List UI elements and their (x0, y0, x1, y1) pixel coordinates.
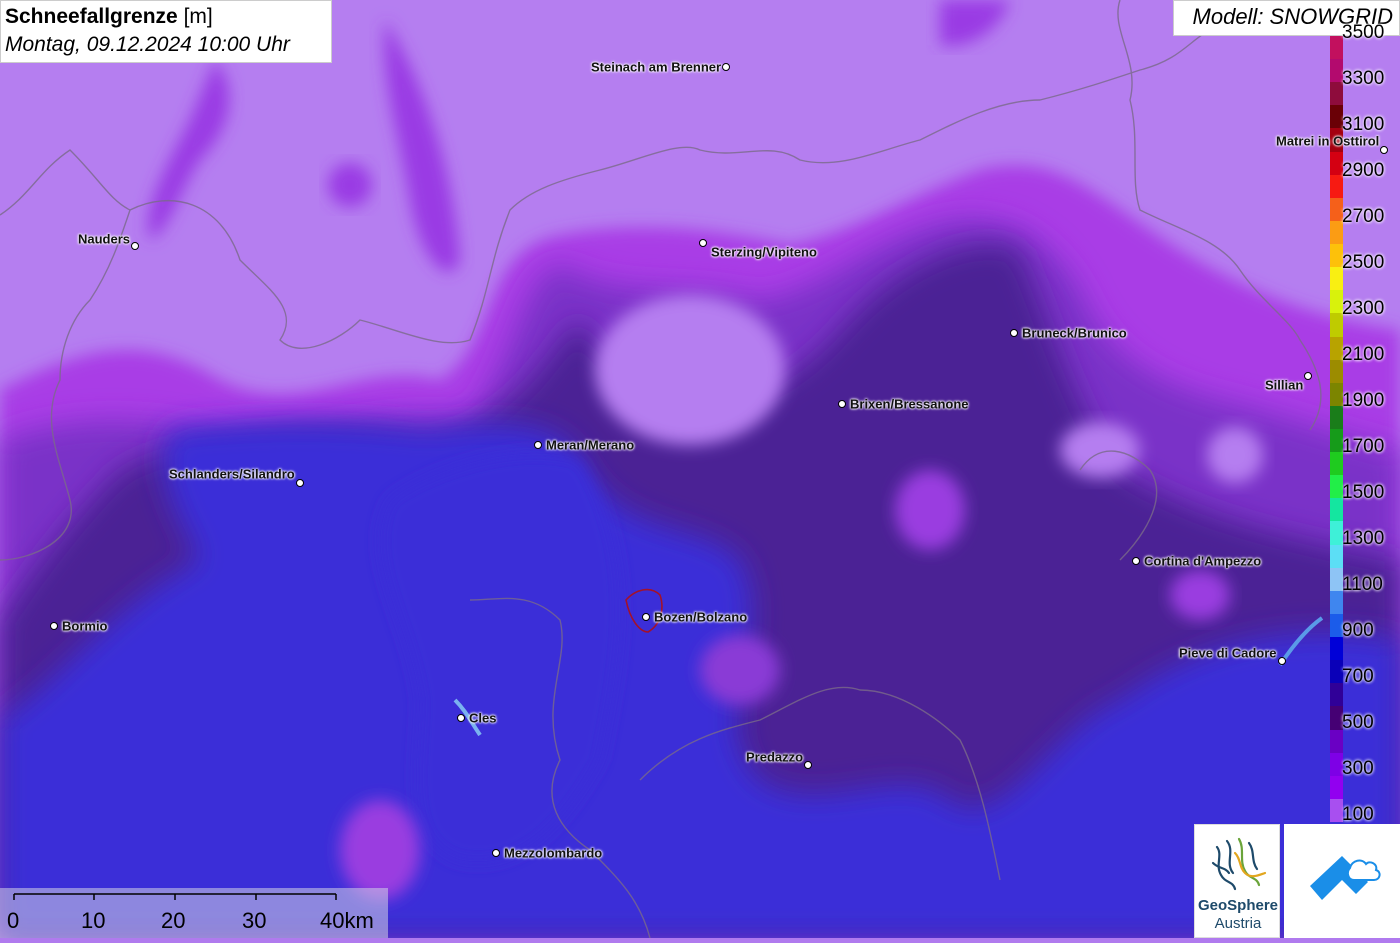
city-dot-icon (131, 242, 139, 250)
city-dot-icon (1132, 557, 1140, 565)
legend-label-1900: 1900 (1342, 390, 1385, 411)
high-area-dolomites (1060, 422, 1140, 478)
geosphere-logo[interactable]: GeoSphere Austria (1194, 824, 1280, 938)
city-dot-icon (722, 63, 730, 71)
city-label: Predazzo (746, 749, 804, 765)
legend-label-2500: 2500 (1342, 252, 1385, 273)
legend-label-900: 900 (1342, 620, 1374, 641)
patch (1170, 570, 1230, 620)
city-label: Mezzolombardo (504, 845, 603, 861)
datetime-label: Montag, 09.12.2024 10:00 Uhr (5, 33, 290, 56)
city-label: Sillian (1265, 377, 1304, 393)
city-dot-icon (50, 622, 58, 630)
city-label: Pieve di Cadore (1179, 645, 1277, 661)
scale-label-20: 20 (161, 908, 186, 933)
city-label: Schlanders/Silandro (169, 466, 295, 482)
scale-label-0: 0 (7, 908, 20, 933)
city-label: Brixen/Bressanone (850, 396, 969, 412)
scale-label-10: 10 (81, 908, 106, 933)
city-dot-icon (1278, 657, 1286, 665)
city-dot-icon (1380, 146, 1388, 154)
variable-name: Schneefallgrenze (5, 5, 178, 28)
legend-label-300: 300 (1342, 758, 1374, 779)
patch (340, 800, 420, 900)
city-label: Cles (469, 710, 497, 726)
streak (328, 163, 372, 207)
legend-label-500: 500 (1342, 712, 1374, 733)
scale-label-40: 40km (320, 908, 374, 933)
patch (700, 635, 780, 705)
geosphere-emblem-icon (1211, 837, 1267, 891)
city-dot-icon (1304, 372, 1312, 380)
map-title-box: Schneefallgrenze [m] Montag, 09.12.2024 … (0, 0, 332, 63)
city-dot-icon (642, 613, 650, 621)
city-dot-icon (296, 479, 304, 487)
legend-label-1100: 1100 (1342, 574, 1383, 595)
city-dot-icon (492, 849, 500, 857)
scale-bar: 0 10 20 30 40km (0, 888, 388, 938)
title-line: Schneefallgrenze [m] (5, 3, 327, 31)
app-logo[interactable] (1284, 824, 1400, 938)
scale-label-30: 30 (242, 908, 267, 933)
legend-label-100: 100 (1342, 804, 1374, 825)
color-legend: 3500 3300 3100 2900 2700 2500 2300 2100 1900 1700… (1328, 22, 1400, 825)
legend-label-2300: 2300 (1342, 298, 1385, 319)
geosphere-name: GeoSphere (1197, 897, 1279, 914)
legend-label-2900: 2900 (1342, 160, 1385, 181)
legend-label-2700: 2700 (1342, 206, 1385, 227)
city-dot-icon (804, 761, 812, 769)
patch (895, 470, 965, 550)
legend-label-700: 700 (1342, 666, 1374, 687)
city-dot-icon (457, 714, 465, 722)
legend-label-3300: 3300 (1342, 68, 1385, 89)
variable-unit: [m] (183, 5, 213, 28)
legend-label-2100: 2100 (1342, 344, 1385, 365)
city-dot-icon (838, 400, 846, 408)
city-label: Bruneck/Brunico (1022, 325, 1127, 341)
city-dot-icon (534, 441, 542, 449)
legend-label-3500: 3500 (1342, 22, 1385, 43)
legend-label-1500: 1500 (1342, 482, 1385, 503)
city-dot-icon (699, 239, 707, 247)
legend-label-1300: 1300 (1342, 528, 1385, 549)
geosphere-country: Austria (1214, 915, 1262, 932)
city-label: Sterzing/Vipiteno (711, 244, 817, 260)
city-dot-icon (1010, 329, 1018, 337)
city-label: Bormio (62, 618, 108, 634)
high-area-dolomites-2 (1207, 427, 1263, 483)
legend-label-1700: 1700 (1342, 436, 1385, 457)
city-label: Matrei in Osttirol (1276, 133, 1380, 149)
city-label: Steinach am Brenner (591, 59, 722, 75)
city-label: Bozen/Bolzano (654, 609, 748, 625)
app-arrow-cloud-icon (1310, 856, 1381, 900)
city-label: Cortina d'Ampezzo (1144, 553, 1262, 569)
city-label: Nauders (78, 231, 131, 247)
legend-colorbar (1330, 36, 1343, 823)
city-label: Meran/Merano (546, 437, 635, 453)
high-area-sterzing (595, 295, 785, 445)
